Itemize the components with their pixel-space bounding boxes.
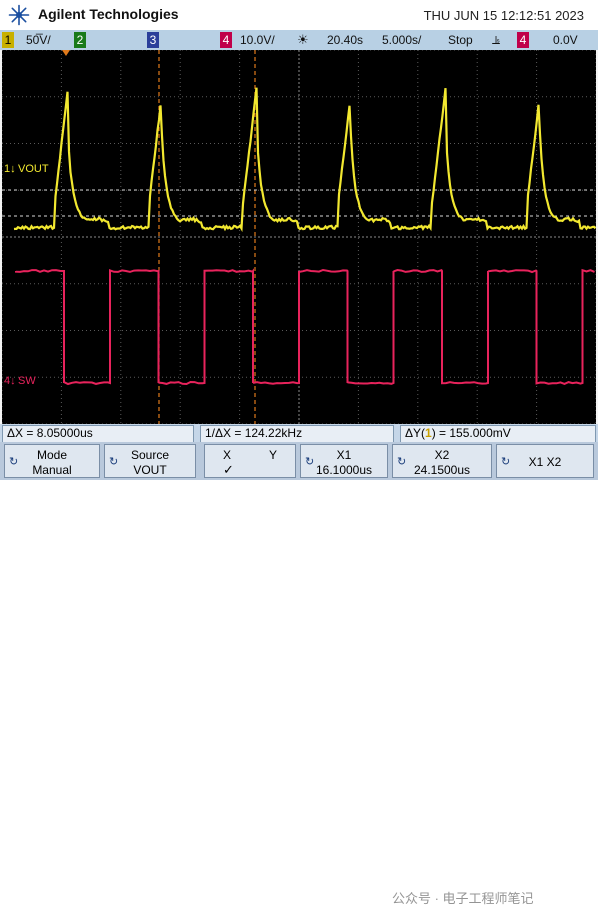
run-state[interactable]: Stop [448,33,473,47]
channel-2-number[interactable]: 2 [74,32,86,48]
delta-y-readout: ΔY(1) = 155.000mV [401,426,511,441]
trigger-level[interactable]: 0.0V [553,33,578,47]
x1-x2-softkey[interactable]: ↻ X1 X2 [496,444,594,478]
trigger-marker-icon [62,50,70,56]
channel-1-scale[interactable]: 50̅V/ [26,33,51,47]
waveform-canvas [2,50,596,424]
title-bar: Agilent Technologies THU JUN 15 12:12:51… [0,0,598,30]
x2-softkey[interactable]: ↻ X2 24.1500us [392,444,492,478]
x-selected-check-icon: ✓ [223,462,234,478]
mode-softkey[interactable]: ↻ Mode Manual [4,444,100,478]
brand-name: Agilent Technologies [38,6,179,22]
date-time: THU JUN 15 12:12:51 2023 [424,8,584,23]
channel-4-sw-waveform [16,270,595,384]
trigger-edge-icon: ⫡ [492,33,500,48]
status-bar: 1 50̅V/ 2 3 4 10.0V/ ☀ 20.40s 5.000s/ St… [0,30,598,50]
source-softkey[interactable]: ↻ Source VOUT [104,444,196,478]
oscilloscope-display: Agilent Technologies THU JUN 15 12:12:51… [0,0,598,480]
trigger-position-icon: ☀ [297,32,309,48]
time-scale[interactable]: 5.000s/ [382,33,421,47]
x1-softkey[interactable]: ↻ X1 16.1000us [300,444,388,478]
trigger-channel-number[interactable]: 4 [517,32,529,48]
delta-x-readout: ΔX = 8.05000us [3,426,93,441]
channel-4-scale[interactable]: 10.0V/ [240,33,275,47]
inverse-delta-x-readout: 1/ΔX = 124.22kHz [201,426,302,441]
channel-1-number[interactable]: 1 [2,32,14,48]
channel-1-ground-marker[interactable]: 1↓ [4,163,16,175]
channel-3-number[interactable]: 3 [147,32,159,48]
channel-4-ground-marker[interactable]: 4↓ [4,375,16,387]
channel-4-number[interactable]: 4 [220,32,232,48]
time-offset[interactable]: 20.40s [327,33,363,47]
channel-1-label: VOUT [18,163,49,175]
measurement-bar: ΔX = 8.05000us 1/ΔX = 124.22kHz ΔY(1) = … [0,424,598,442]
softkey-bar: ↻ Mode Manual ↻ Source VOUT X Y ✓ ↻ X1 1… [0,442,598,480]
watermark-text: 公众号 · 电子工程师笔记 [392,888,534,907]
x-y-softkey[interactable]: X Y ✓ [204,444,296,478]
channel-1-vout-waveform [14,88,596,230]
channel-4-label: SW [18,375,36,387]
agilent-logo-icon [8,4,30,26]
waveform-screen[interactable]: 1↓ VOUT 4↓ SW [2,50,596,424]
